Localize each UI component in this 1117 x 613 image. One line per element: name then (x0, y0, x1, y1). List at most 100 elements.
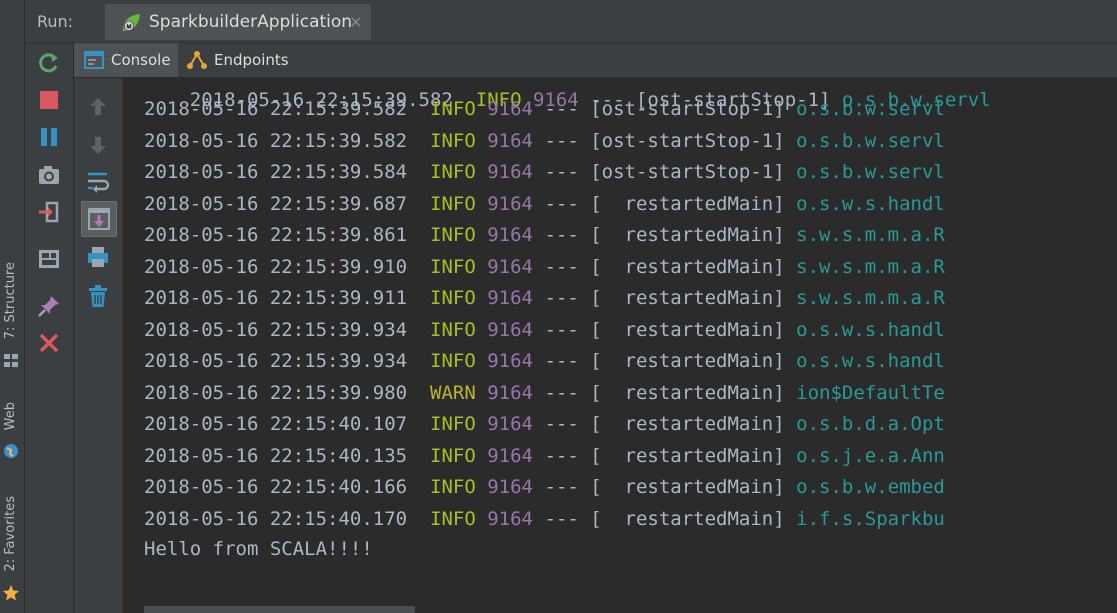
tab-console[interactable]: Console (74, 43, 178, 77)
log-timestamp: 2018-05-16 22:15:39.861 (144, 224, 408, 246)
tab-endpoints[interactable]: Endpoints (180, 43, 300, 77)
run-label: Run: (37, 12, 74, 31)
log-thread: [ost-startStop-1] (590, 161, 785, 183)
log-separator: --- (544, 255, 579, 278)
log-level: INFO (430, 413, 476, 435)
log-thread: [ restartedMain] (590, 350, 785, 372)
log-line: 2018-05-16 22:15:39.861 INFO 9164 --- [ … (144, 224, 945, 255)
log-pid: 9164 (487, 476, 533, 498)
star-icon (2, 584, 20, 602)
layout-icon[interactable] (37, 247, 61, 271)
log-level: INFO (430, 98, 476, 120)
web-tab[interactable]: Web (0, 402, 24, 464)
log-thread: [ restartedMain] (590, 192, 785, 215)
tab-endpoints-label: Endpoints (214, 51, 289, 69)
run-config-tab[interactable]: SparkbuilderApplication × (105, 4, 371, 40)
close-red-icon[interactable] (37, 331, 61, 355)
log-timestamp: 2018-05-16 22:15:39.582 (144, 129, 408, 152)
log-pid: 9164 (487, 350, 533, 372)
log-pid: 9164 (487, 129, 533, 152)
log-thread: [ restartedMain] (590, 444, 785, 467)
log-logger: i.f.s.Sparkbu (796, 507, 945, 530)
pause-icon[interactable] (37, 125, 61, 149)
log-timestamp: 2018-05-16 22:15:40.166 (144, 476, 408, 498)
console-output[interactable]: 2018-05-16 22:15:39.582 INFO 9164 --- [o… (123, 78, 1117, 613)
log-pid: 9164 (487, 224, 533, 246)
log-line: 2018-05-16 22:15:39.980 WARN 9164 --- [ … (144, 382, 945, 413)
log-separator: --- (544, 507, 579, 530)
log-pid: 9164 (487, 318, 533, 341)
log-level: INFO (430, 287, 476, 309)
log-level: INFO (430, 350, 476, 372)
log-logger: s.w.s.m.m.a.R (796, 224, 945, 246)
web-icon (2, 442, 20, 460)
structure-tab[interactable]: 7: Structure (0, 262, 24, 374)
horizontal-scrollbar[interactable] (144, 606, 415, 613)
rerun-icon[interactable] (37, 51, 61, 75)
scroll-to-end-icon[interactable] (81, 201, 117, 237)
log-timestamp: 2018-05-16 22:15:39.910 (144, 255, 408, 278)
log-separator: --- (544, 129, 579, 152)
trash-icon[interactable] (85, 283, 111, 309)
log-logger: s.w.s.m.m.a.R (796, 255, 945, 278)
log-level: INFO (430, 318, 476, 341)
log-pid: 9164 (487, 192, 533, 215)
favorites-tab[interactable]: 2: Favorites (0, 496, 24, 608)
log-separator: --- (544, 192, 579, 215)
final-message: Hello from SCALA!!!! (144, 538, 373, 560)
up-arrow-icon[interactable] (85, 94, 111, 120)
log-logger: o.s.w.s.handl (796, 350, 945, 372)
log-pid: 9164 (487, 381, 533, 404)
log-thread: [ restartedMain] (590, 224, 785, 246)
log-separator: --- (544, 318, 579, 341)
log-timestamp: 2018-05-16 22:15:39.980 (144, 381, 408, 404)
log-timestamp: 2018-05-16 22:15:40.107 (144, 413, 408, 435)
log-level: INFO (430, 224, 476, 246)
login-icon[interactable] (37, 200, 61, 224)
console-toolbar (74, 78, 123, 613)
console-icon (84, 50, 104, 74)
log-level: INFO (430, 444, 476, 467)
log-separator: --- (544, 161, 579, 183)
log-thread: [ restartedMain] (590, 476, 785, 498)
log-thread: [ restartedMain] (590, 255, 785, 278)
run-actions-toolbar (25, 43, 74, 613)
log-line: 2018-05-16 22:15:39.584 INFO 9164 --- [o… (144, 161, 945, 192)
log-pid: 9164 (487, 287, 533, 309)
log-thread: [ost-startStop-1] (590, 129, 785, 152)
log-thread: [ restartedMain] (590, 413, 785, 435)
log-separator: --- (544, 413, 579, 435)
favorites-tab-label: 2: Favorites (3, 496, 18, 572)
tab-console-label: Console (111, 51, 171, 69)
run-config-title: SparkbuilderApplication (149, 12, 353, 32)
log-line: 2018-05-16 22:15:40.107 INFO 9164 --- [ … (144, 413, 945, 444)
log-level: INFO (430, 507, 476, 530)
log-thread: [ restartedMain] (590, 507, 785, 530)
stop-icon[interactable] (37, 88, 61, 112)
log-pid: 9164 (487, 444, 533, 467)
close-icon[interactable]: × (349, 12, 362, 31)
log-pid: 9164 (487, 413, 533, 435)
log-separator: --- (544, 287, 579, 309)
web-tab-label: Web (3, 402, 18, 431)
log-logger: o.s.b.w.servl (796, 129, 945, 152)
output-subtabs: Console Endpoints (74, 43, 1117, 78)
log-thread: [ restartedMain] (590, 287, 785, 309)
log-line: 2018-05-16 22:15:39.687 INFO 9164 --- [ … (144, 193, 945, 224)
wrap-icon[interactable] (85, 168, 111, 194)
down-arrow-icon[interactable] (85, 132, 111, 158)
camera-icon[interactable] (37, 163, 61, 187)
log-timestamp: 2018-05-16 22:15:39.911 (144, 287, 408, 309)
log-line: 2018-05-16 22:15:40.135 INFO 9164 --- [ … (144, 445, 945, 476)
log-thread: [ restartedMain] (590, 381, 785, 404)
log-level: INFO (430, 255, 476, 278)
log-separator: --- (544, 381, 579, 404)
pin-icon[interactable] (37, 294, 61, 318)
log-timestamp: 2018-05-16 22:15:39.584 (144, 161, 408, 183)
log-separator: --- (544, 98, 579, 120)
log-separator: --- (544, 224, 579, 246)
log-timestamp: 2018-05-16 22:15:39.687 (144, 192, 408, 215)
log-logger: ion$DefaultTe (796, 381, 945, 404)
log-line: 2018-05-16 22:15:39.910 INFO 9164 --- [ … (144, 256, 945, 287)
print-icon[interactable] (85, 244, 111, 270)
